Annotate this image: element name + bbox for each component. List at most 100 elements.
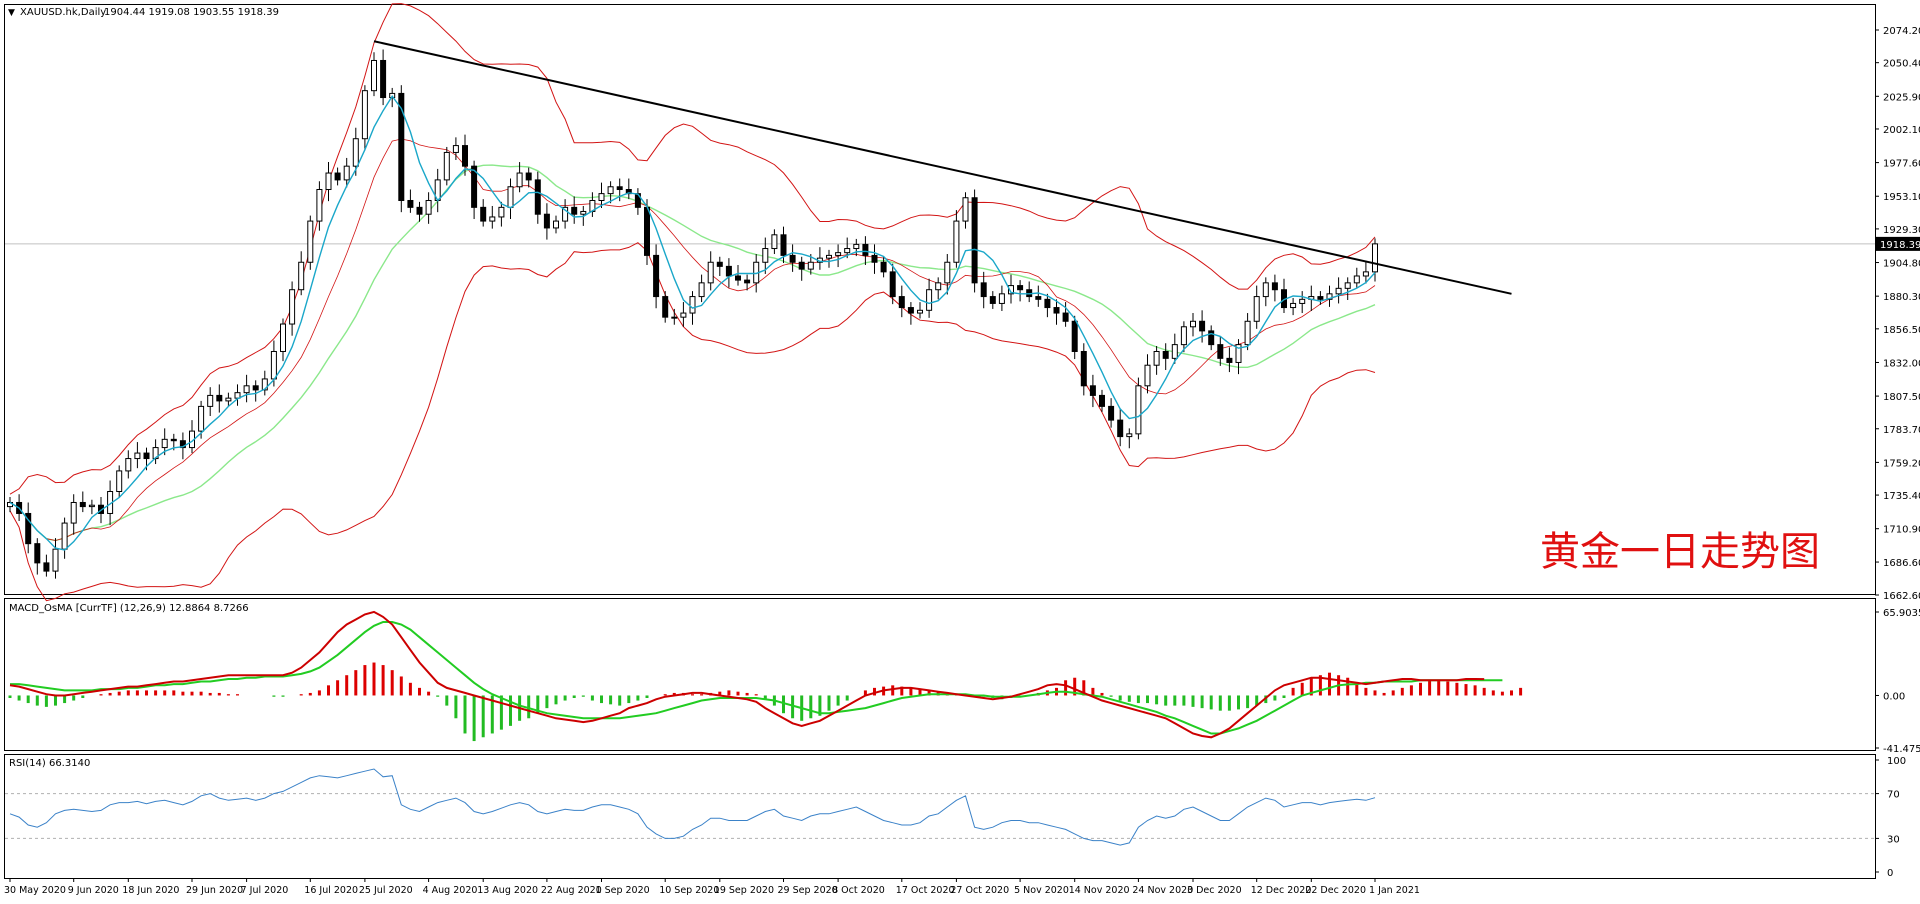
candle-body	[243, 385, 250, 394]
date-axis-label: 18 Jun 2020	[122, 885, 179, 896]
candle-body	[161, 438, 168, 449]
candle-body	[416, 206, 423, 215]
candle-body	[716, 261, 723, 267]
candle-body	[1362, 271, 1369, 277]
rsi-panel-frame	[4, 754, 1876, 879]
date-axis-label: 13 Aug 2020	[477, 885, 538, 896]
candle-body	[1290, 302, 1297, 309]
candle-body	[1317, 296, 1324, 300]
date-axis-label: 1 Jan 2021	[1369, 885, 1420, 896]
candle-body	[52, 548, 59, 572]
candle-body	[334, 172, 341, 181]
candle-body	[1335, 287, 1342, 295]
candle-body	[971, 197, 978, 284]
macd-axis-label: 65.9035	[1883, 608, 1920, 619]
date-axis-label: 14 Nov 2020	[1069, 885, 1130, 896]
candle-body	[1126, 433, 1133, 438]
candle-body	[1144, 364, 1151, 387]
candle-body	[280, 323, 286, 352]
candle-body	[926, 289, 933, 311]
candle-body	[553, 220, 559, 229]
candle-body	[1135, 385, 1142, 435]
candle-body	[780, 234, 787, 256]
candle-body	[989, 296, 996, 304]
date-axis-label: 17 Oct 2020	[896, 885, 955, 896]
candle-body	[862, 243, 869, 256]
candle-body	[525, 172, 532, 181]
candle-body	[543, 213, 550, 229]
candle-body	[1071, 320, 1078, 352]
candle-body	[980, 282, 987, 298]
candle-body	[889, 271, 896, 298]
candle-body	[343, 165, 350, 181]
candle-body	[680, 312, 687, 318]
candle-body	[907, 307, 914, 314]
candle-body	[1171, 344, 1178, 359]
candle-body	[443, 151, 450, 181]
candle-body	[653, 254, 660, 298]
candle-body	[198, 405, 205, 432]
date-axis-label: 1 Sep 2020	[596, 885, 650, 896]
candle-body	[1035, 296, 1042, 300]
candle-body	[1217, 344, 1224, 359]
candle-body	[580, 210, 587, 215]
candle-body	[134, 452, 141, 460]
candle-body	[671, 316, 678, 319]
date-axis-label: 9 Jun 2020	[68, 885, 119, 896]
macd-signal-line	[10, 621, 1503, 735]
rsi-line	[9, 768, 1376, 846]
ma-slow-line	[9, 164, 1376, 542]
symbol-dropdown-icon[interactable]: ▼	[8, 8, 15, 18]
candle-body	[307, 220, 314, 263]
candle-body	[1062, 312, 1069, 322]
macd-plot	[8, 610, 1523, 742]
current-price-label: 1918.39	[1880, 240, 1920, 251]
candle-body	[807, 261, 814, 270]
trendline	[373, 40, 1512, 295]
macd-main-line	[9, 610, 1485, 739]
price-axis-label: 1807.50	[1883, 392, 1920, 403]
date-axis-label: 7 Jul 2020	[241, 885, 289, 896]
price-axis-label: 1735.40	[1883, 491, 1920, 502]
price-axis-label: 1953.10	[1883, 192, 1920, 203]
candle-body	[452, 145, 459, 153]
candle-body	[707, 261, 714, 284]
candle-body	[225, 397, 232, 402]
macd-axis-label: -41.475	[1883, 744, 1920, 755]
candle-body	[1053, 307, 1060, 314]
candle-body	[1153, 350, 1160, 366]
date-axis-label: 12 Dec 2020	[1251, 885, 1312, 896]
price-axis-label: 1783.70	[1883, 425, 1920, 436]
axes: 2074.20 2050.40 2025.90 2002.10 1977.60 1953.…	[4, 26, 1920, 896]
date-axis-label: 8 Oct 2020	[832, 885, 885, 896]
candle-body	[1271, 282, 1278, 291]
candle-body	[43, 562, 50, 572]
candle-body	[962, 197, 969, 222]
candle-body	[316, 189, 323, 222]
rsi-label: RSI(14) 66.3140	[9, 758, 90, 769]
price-axis-label: 1710.90	[1883, 525, 1920, 536]
candle-body	[826, 254, 832, 259]
candle-body	[944, 261, 951, 284]
candle-body	[1372, 243, 1378, 273]
chart-canvas[interactable]: 2074.20 2050.40 2025.90 2002.10 1977.60 1953.…	[0, 0, 1920, 900]
date-axis-label: 30 May 2020	[4, 885, 66, 896]
candle-body	[1017, 285, 1024, 291]
candle-body	[698, 282, 705, 298]
candle-body	[571, 206, 578, 215]
date-axis-label: 19 Sep 2020	[714, 885, 774, 896]
candle-body	[1162, 350, 1169, 359]
candle-body	[216, 394, 223, 402]
candle-body	[744, 279, 751, 284]
date-axis-label: 22 Dec 2020	[1305, 885, 1366, 896]
candle-body	[1190, 320, 1196, 328]
candle-body	[917, 309, 923, 314]
price-axis-label: 1856.50	[1883, 325, 1920, 336]
watermark-text: 黄金一日走势图	[1540, 529, 1820, 575]
symbol-label: XAUUSD.hk,Daily	[20, 7, 106, 18]
price-axis-label: 1832.00	[1883, 358, 1920, 369]
macd-axis-label: 0.00	[1883, 691, 1905, 702]
rsi-plot	[5, 768, 1875, 846]
date-axis-label: 29 Jun 2020	[186, 885, 243, 896]
candle-body	[516, 172, 523, 188]
